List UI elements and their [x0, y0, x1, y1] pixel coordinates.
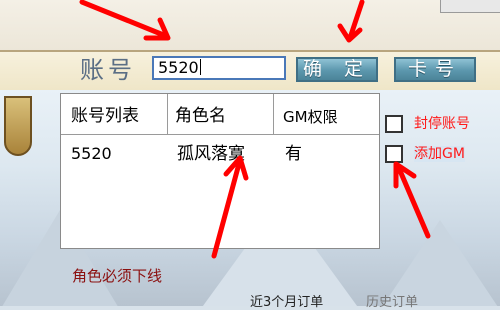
card-number-button[interactable]: 卡号: [394, 57, 476, 82]
confirm-button[interactable]: 确 定: [296, 57, 378, 82]
history-orders-text: 历史订单: [366, 295, 419, 310]
shield-emblem-icon: [4, 96, 32, 156]
header-account-list: 账号列表: [71, 106, 139, 126]
ban-account-checkbox[interactable]: [385, 115, 403, 133]
column-separator: [167, 94, 168, 134]
account-label: 账号: [80, 56, 136, 84]
account-list-popup: 账号列表 角色名 GM权限 5520 孤风落寞 有: [60, 93, 380, 249]
row-role-name[interactable]: 孤风落寞: [177, 144, 245, 164]
account-input-value: 5520: [158, 58, 199, 77]
column-separator: [273, 94, 274, 134]
row-account[interactable]: 5520: [71, 144, 112, 164]
mountain-shape: [380, 220, 500, 306]
header-role-name: 角色名: [175, 106, 226, 126]
account-input[interactable]: 5520: [152, 56, 286, 80]
add-gm-label[interactable]: 添加GM: [414, 146, 465, 162]
row-gm-permission[interactable]: 有: [285, 144, 302, 164]
top-window-area: [0, 0, 500, 52]
text-caret: [199, 59, 201, 75]
add-gm-checkbox[interactable]: [385, 145, 403, 163]
header-gm-permission: GM权限: [283, 108, 338, 126]
ban-account-label[interactable]: 封停账号: [414, 116, 470, 132]
annotation-note: 角色必须下线: [72, 267, 163, 285]
top-right-control[interactable]: [440, 0, 500, 13]
recent-orders-text: 近3个月订单: [250, 295, 324, 310]
